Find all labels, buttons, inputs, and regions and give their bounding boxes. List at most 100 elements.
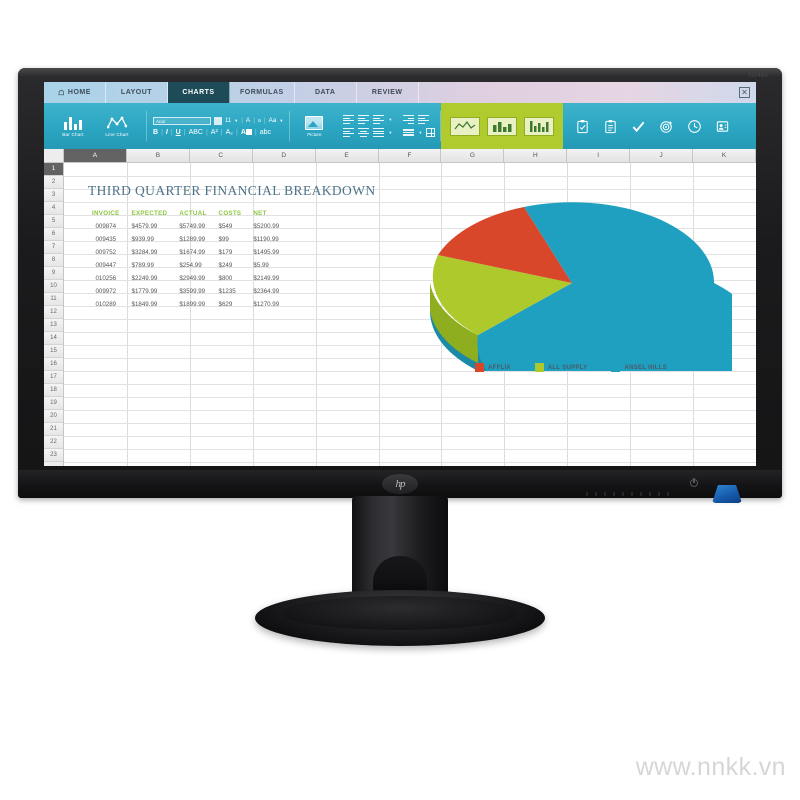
table-cell[interactable]: $2949.99 xyxy=(173,272,212,285)
column-header-h[interactable]: H xyxy=(504,149,568,162)
clipboard-check-icon[interactable] xyxy=(575,119,590,134)
table-cell[interactable]: 009435 xyxy=(86,233,126,246)
tab-formulas[interactable]: FORMULAS xyxy=(230,82,295,103)
contact-card-icon[interactable] xyxy=(715,119,730,134)
legend-item[interactable]: ALL SUPPLY xyxy=(534,363,588,372)
cell-area[interactable]: THIRD QUARTER FINANCIAL BREAKDOWN INVOIC… xyxy=(64,163,756,466)
increase-indent-icon[interactable] xyxy=(418,115,430,124)
row-header-7[interactable]: 7 xyxy=(44,241,63,254)
column-header-j[interactable]: J xyxy=(630,149,694,162)
row-header-12[interactable]: 12 xyxy=(44,306,63,319)
column-header-c[interactable]: C xyxy=(189,149,253,162)
multilevel-list-icon[interactable] xyxy=(373,115,385,124)
table-cell[interactable]: 009874 xyxy=(86,220,126,233)
row-header-6[interactable]: 6 xyxy=(44,228,63,241)
table-row[interactable]: 009447 $789.99 $254.99 $249 $5.99 xyxy=(86,259,285,272)
table-row[interactable]: 010289 $1849.99 $1899.99 $629 $1270.99 xyxy=(86,298,285,311)
table-cell[interactable]: $939.99 xyxy=(126,233,174,246)
table-cell[interactable]: 009447 xyxy=(86,259,126,272)
column-header-g[interactable]: G xyxy=(441,149,505,162)
font-name-input[interactable]: Arial xyxy=(153,116,211,125)
table-row[interactable]: 009752 $3284.99 $1674.99 $179 $1495.99 xyxy=(86,246,285,259)
table-cell[interactable]: $1235 xyxy=(213,285,248,298)
row-header-16[interactable]: 16 xyxy=(44,358,63,371)
tab-layout[interactable]: LAYOUT xyxy=(106,82,168,103)
table-cell[interactable]: $549 xyxy=(213,220,248,233)
line-spacing-icon[interactable] xyxy=(403,128,415,137)
lowercase-button[interactable]: abc xyxy=(260,129,271,136)
table-cell[interactable]: $1849.99 xyxy=(126,298,174,311)
row-header-9[interactable]: 9 xyxy=(44,267,63,280)
strikethrough-button[interactable]: ABC xyxy=(189,129,203,136)
table-cell[interactable]: $4579.99 xyxy=(126,220,174,233)
subscript-button[interactable]: A₂ xyxy=(226,129,233,136)
row-header-19[interactable]: 19 xyxy=(44,397,63,410)
clipboard-list-icon[interactable] xyxy=(603,119,618,134)
table-cell[interactable]: 009752 xyxy=(86,246,126,259)
target-icon[interactable] xyxy=(659,119,674,134)
row-header-20[interactable]: 20 xyxy=(44,410,63,423)
row-header-11[interactable]: 11 xyxy=(44,293,63,306)
table-cell[interactable]: $789.99 xyxy=(126,259,174,272)
chevron-down-icon[interactable]: ▼ xyxy=(388,117,392,122)
table-cell[interactable]: $800 xyxy=(213,272,248,285)
italic-button[interactable]: I xyxy=(166,129,168,136)
chevron-down-icon[interactable]: ▼ xyxy=(279,118,283,123)
bullet-list-icon[interactable] xyxy=(343,115,355,124)
superscript-button[interactable]: A² xyxy=(211,129,218,136)
table-cell[interactable]: $629 xyxy=(213,298,248,311)
table-row[interactable]: 009874 $4579.99 $5749.99 $549 $5200.99 xyxy=(86,220,285,233)
grow-font-button[interactable]: A xyxy=(246,117,250,124)
align-justify-icon[interactable] xyxy=(373,128,385,137)
table-cell[interactable]: $3284.99 xyxy=(126,246,174,259)
row-header-2[interactable]: 2 xyxy=(44,176,63,189)
table-cell[interactable]: $3599.99 xyxy=(173,285,212,298)
tab-review[interactable]: REVIEW xyxy=(357,82,419,103)
table-row[interactable]: 010256 $2249.99 $2949.99 $800 $2149.99 xyxy=(86,272,285,285)
row-header-8[interactable]: 8 xyxy=(44,254,63,267)
picture-button[interactable]: Picture xyxy=(297,115,331,137)
row-header-1[interactable]: 1 xyxy=(44,163,63,176)
row-header-5[interactable]: 5 xyxy=(44,215,63,228)
tab-charts[interactable]: CHARTS xyxy=(168,82,230,103)
row-header-18[interactable]: 18 xyxy=(44,384,63,397)
table-cell[interactable]: 010289 xyxy=(86,298,126,311)
font-size-input[interactable]: 11 xyxy=(225,118,231,124)
bold-button[interactable]: B xyxy=(153,129,158,136)
borders-icon[interactable] xyxy=(426,128,436,137)
tab-data[interactable]: DATA xyxy=(295,82,357,103)
table-cell[interactable]: $2249.99 xyxy=(126,272,174,285)
column-chart-chip[interactable] xyxy=(524,116,555,136)
row-header-21[interactable]: 21 xyxy=(44,423,63,436)
line-chart-chip[interactable] xyxy=(450,116,481,136)
pie-chart[interactable] xyxy=(412,171,756,423)
row-header-23[interactable]: 23 xyxy=(44,449,63,462)
table-cell[interactable]: $1495.99 xyxy=(247,246,285,259)
row-header-15[interactable]: 15 xyxy=(44,345,63,358)
table-cell[interactable]: $2149.99 xyxy=(247,272,285,285)
table-cell[interactable]: $1779.99 xyxy=(126,285,174,298)
column-header-k[interactable]: K xyxy=(693,149,756,162)
check-icon[interactable] xyxy=(631,119,646,134)
tab-home[interactable]: ☖ HOME xyxy=(44,82,106,103)
column-header-i[interactable]: I xyxy=(567,149,631,162)
row-header-4[interactable]: 4 xyxy=(44,202,63,215)
underline-button[interactable]: U xyxy=(176,129,181,136)
close-icon[interactable]: ✕ xyxy=(739,87,750,98)
align-left-icon[interactable] xyxy=(343,128,355,137)
line-chart-button[interactable]: Line Chart xyxy=(95,115,139,137)
column-header-b[interactable]: B xyxy=(126,149,190,162)
table-cell[interactable]: $1899.99 xyxy=(173,298,212,311)
table-cell[interactable]: $1190.99 xyxy=(247,233,285,246)
table-row[interactable]: 009972 $1779.99 $3599.99 $1235 $2364.99 xyxy=(86,285,285,298)
table-cell[interactable]: $5.99 xyxy=(247,259,285,272)
clock-icon[interactable] xyxy=(687,119,702,134)
table-cell[interactable]: $254.99 xyxy=(173,259,212,272)
table-row[interactable]: 009435 $939.99 $1289.99 $99 $1190.99 xyxy=(86,233,285,246)
column-header-a[interactable]: A xyxy=(64,149,127,162)
table-cell[interactable]: 009972 xyxy=(86,285,126,298)
table-cell[interactable]: $1674.99 xyxy=(173,246,212,259)
numbered-list-icon[interactable] xyxy=(358,115,370,124)
decrease-indent-icon[interactable] xyxy=(403,115,415,124)
legend-item[interactable]: AFFLIX xyxy=(474,363,511,372)
